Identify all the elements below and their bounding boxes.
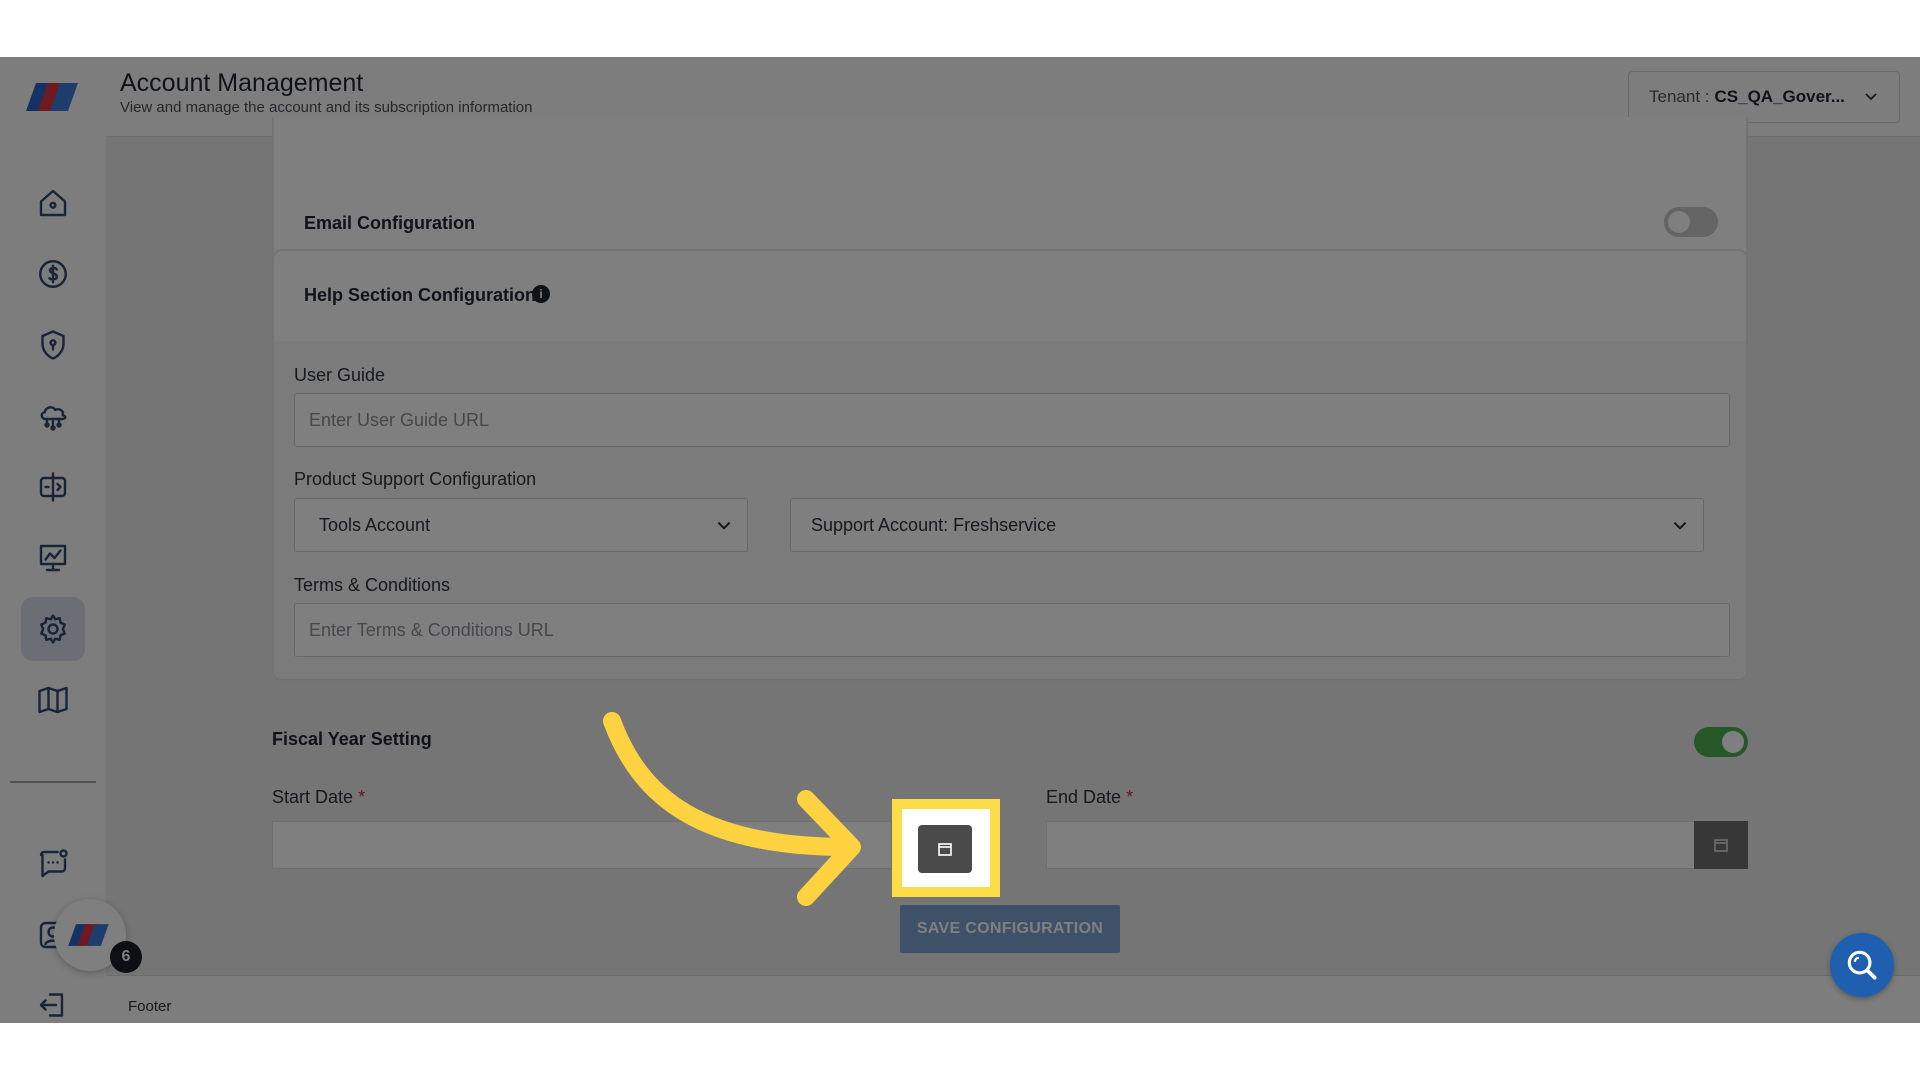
toggle-knob: [1668, 211, 1690, 233]
chat-icon: [39, 849, 68, 878]
dollar-icon: [39, 260, 67, 288]
highlighted-calendar-button[interactable]: [918, 825, 972, 873]
start-date-label: Start Date *: [272, 787, 365, 808]
required-mark: *: [1126, 787, 1134, 807]
end-date-input[interactable]: [1046, 821, 1696, 869]
sidebar-item-settings[interactable]: [21, 597, 85, 661]
email-config-label: Email Configuration: [304, 213, 475, 233]
fiscal-year-title: Fiscal Year Setting: [272, 729, 432, 749]
end-date-text: End Date: [1046, 787, 1122, 807]
tenant-selector[interactable]: Tenant : CS_QA_Gover...: [1628, 71, 1900, 123]
product-support-label: Product Support Configuration: [294, 469, 537, 489]
help-section-body: User Guide Enter User Guide URL Product …: [274, 341, 1746, 679]
email-config-toggle[interactable]: [1664, 207, 1718, 237]
terms-label: Terms & Conditions: [294, 575, 451, 595]
help-section-card: Help Section Configuration i User Guide …: [272, 249, 1748, 681]
sidebar-item-home[interactable]: [21, 171, 85, 235]
split-icon: [39, 472, 67, 502]
page-subtitle: View and manage the account and its subs…: [120, 99, 533, 116]
sidebar-item-cloud[interactable]: [21, 384, 85, 448]
app-logo[interactable]: [26, 79, 82, 120]
sidebar-item-security[interactable]: [21, 313, 85, 377]
user-guide-input[interactable]: Enter User Guide URL: [294, 393, 1730, 447]
info-icon[interactable]: i: [532, 285, 550, 303]
presentation-chart-icon: [39, 544, 67, 572]
search-fab[interactable]: [1830, 933, 1894, 997]
book-icon: [38, 686, 68, 714]
shield-icon: [41, 330, 65, 360]
user-guide-label: User Guide: [294, 365, 386, 385]
sidebar-item-compare[interactable]: [21, 455, 85, 519]
end-date-label: End Date *: [1046, 787, 1133, 808]
fiscal-year-toggle[interactable]: [1694, 727, 1748, 757]
tools-account-value: Tools Account: [319, 514, 431, 535]
app-window: 6 Account Management View and manage the…: [0, 57, 1920, 1023]
sidebar: 6: [0, 57, 142, 1023]
tools-account-select[interactable]: Tools Account: [294, 498, 748, 552]
save-configuration-button[interactable]: SAVE CONFIGURATION: [900, 905, 1120, 953]
required-mark: *: [358, 787, 366, 807]
tenant-value: CS_QA_Gover...: [1714, 87, 1845, 106]
search-icon: [1847, 950, 1877, 980]
start-date-text: Start Date: [272, 787, 354, 807]
sidebar-item-billing[interactable]: [21, 242, 85, 306]
support-account-select[interactable]: Support Account: Freshservice: [790, 498, 1704, 552]
end-date-calendar-button[interactable]: [1694, 821, 1748, 869]
start-date-input[interactable]: [272, 821, 892, 869]
chevron-down-icon: [717, 521, 731, 530]
sidebar-item-monitor[interactable]: [21, 526, 85, 590]
toggle-knob: [1722, 731, 1744, 753]
tenant-label: Tenant :: [1649, 87, 1710, 106]
home-icon: [39, 189, 67, 217]
footer-text: Footer: [128, 998, 172, 1015]
sidebar-divider: [10, 781, 96, 783]
terms-input[interactable]: Enter Terms & Conditions URL: [294, 603, 1730, 657]
chevron-down-icon: [1865, 93, 1877, 101]
help-section-header: Help Section Configuration i: [274, 251, 1746, 341]
calendar-icon: [938, 843, 952, 856]
page-footer: Footer: [106, 975, 1920, 1023]
calendar-icon: [1714, 839, 1728, 852]
support-account-value: Support Account: Freshservice: [811, 514, 1057, 535]
logout-icon: [39, 993, 64, 1017]
sidebar-item-logout[interactable]: [21, 973, 85, 1023]
sidebar-item-docs[interactable]: [21, 668, 85, 732]
sidebar-item-chat[interactable]: [21, 832, 85, 896]
page-title: Account Management: [120, 69, 364, 97]
avatar-logo: [68, 924, 109, 946]
gear-icon: [40, 614, 66, 644]
help-section-title: Help Section Configuration: [304, 285, 536, 305]
notification-badge: 6: [110, 941, 142, 973]
chevron-down-icon: [1673, 521, 1687, 530]
cloud-network-icon: [40, 406, 67, 431]
